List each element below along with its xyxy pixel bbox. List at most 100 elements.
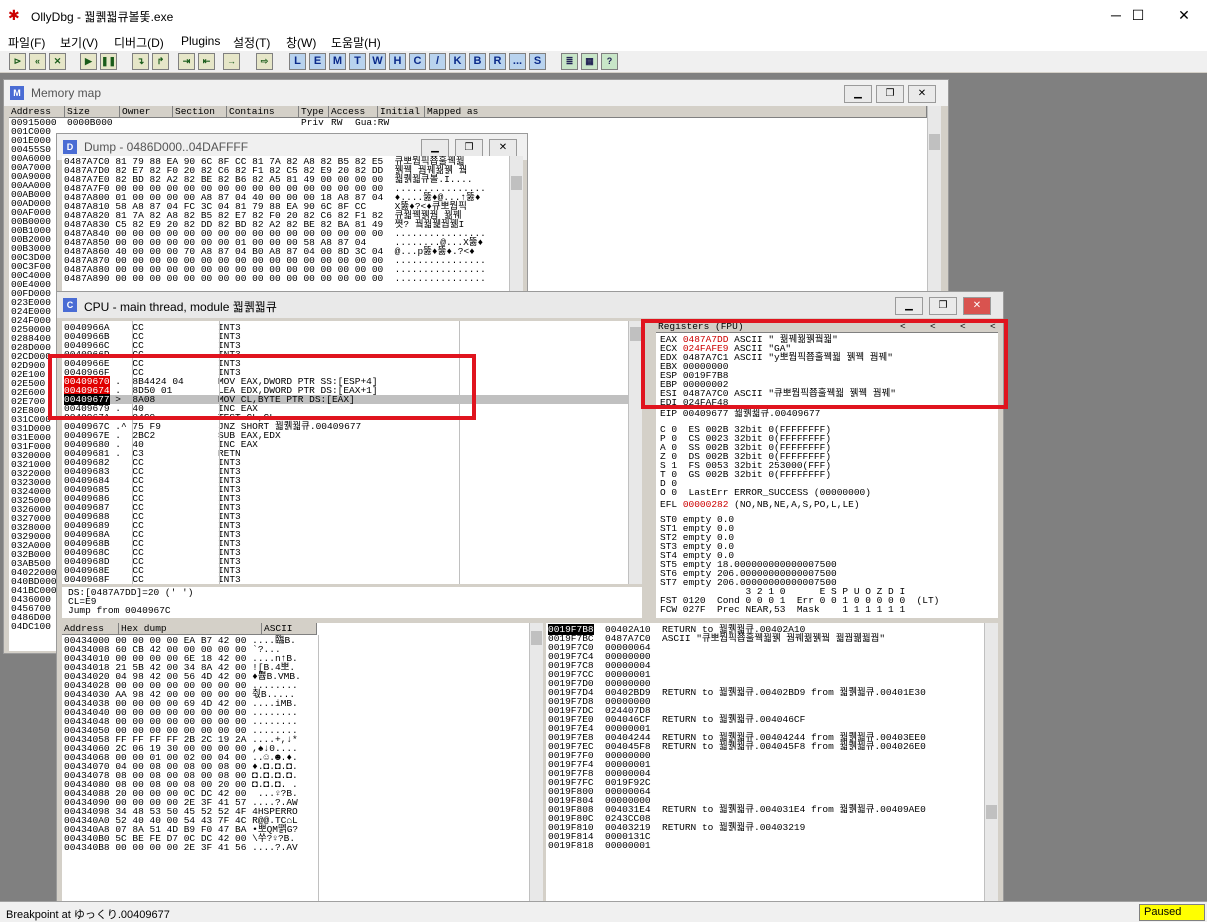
run-button[interactable]: ▶ [80,53,97,70]
stack-comment: RETURN to 꿟퀡꿟큐.004045F8 from 꿟퀡꿟큐.004026… [662,741,926,752]
col-mapped-as[interactable]: Mapped as [425,106,927,118]
menu-bar: 파일(F) 보기(V) 디버그(D) Plugins 설정(T) 창(W) 도움… [0,31,1207,51]
breakpoints-button[interactable]: B [469,53,486,70]
maximize-button[interactable]: ☐ [1115,0,1161,31]
close-program-button[interactable]: ✕ [49,53,66,70]
eip-register[interactable]: EIP 00409677 꿟퀡꿟큐.00409677 [660,409,820,419]
stack-rows: 0019F7B8 00402A10 RETURN to 꿟퀡꿟큐.00402A1… [548,624,982,851]
memory-map-restore-button[interactable]: ❐ [876,85,904,103]
modules-button[interactable]: E [309,53,326,70]
disasm-mark [110,574,133,584]
cpu-close-button[interactable]: ✕ [963,297,991,315]
col-section[interactable]: Section [173,106,227,118]
menu-help[interactable]: 도움말(H) [331,34,381,51]
pause-button[interactable]: ❚❚ [100,53,117,70]
handles-button[interactable]: H [389,53,406,70]
step-over-button[interactable]: ↱ [152,53,169,70]
cpu-restore-button[interactable]: ❐ [929,297,957,315]
memory-map-button[interactable]: M [329,53,346,70]
windows-button[interactable]: W [369,53,386,70]
close-button[interactable]: ✕ [1161,0,1207,31]
flag-row[interactable]: T 0 GS 002B 32bit 0(FFFFFFFF) [660,470,871,480]
stack-value: 00000001 [593,840,663,851]
first-row-initial: Gua:RW [355,117,390,128]
trace-over-button[interactable]: ⇤ [198,53,215,70]
goto-button[interactable]: ⇨ [256,53,273,70]
run-trace-button[interactable]: ... [509,53,526,70]
disassembly-scrollbar[interactable] [628,321,642,584]
dump-row[interactable]: 0487A890 00 00 00 00 00 00 00 00 00 00 0… [64,273,509,284]
menu-file[interactable]: 파일(F) [8,34,45,51]
menu-plugins[interactable]: Plugins [181,34,220,48]
menu-options[interactable]: 설정(T) [233,34,270,51]
mdi-client-area: M Memory map ▁ ❐ ✕ Address Size Owner Se… [0,73,1207,922]
toolbar: ⊳ « ✕ ▶ ❚❚ ↴ ↱ ⇥ ⇤ → ⇨ L E M T W H C / K… [0,51,1207,73]
efl-label: EFL [660,499,678,510]
hexdump-ascii: ....?.AV [252,842,298,853]
appearance-button[interactable]: ▦ [581,53,598,70]
source-button[interactable]: S [529,53,546,70]
hexdump-col-hex[interactable]: Hex dump [119,623,262,635]
dump-restore-button[interactable]: ❐ [455,139,483,157]
menu-window[interactable]: 창(W) [286,34,316,51]
fpu-row[interactable]: FCW 027F Prec NEAR,53 Mask 1 1 1 1 1 1 [660,605,939,615]
col-contains[interactable]: Contains [227,106,299,118]
first-row-type: Priv [301,117,324,128]
efl-value: 00000282 [682,499,729,510]
cpu-minimize-button[interactable]: ▁ [895,297,923,315]
memory-map-minimize-button[interactable]: ▁ [844,85,872,103]
stack-comment: RETURN to 꿟퀡꿟큐.004031E4 from 꿟퀡꿟큐.00409A… [662,804,926,815]
stack-pane: 0019F7B8 00402A10 RETURN to 꿟퀡꿟큐.00402A1… [546,623,998,922]
log-window-button[interactable]: L [289,53,306,70]
status-message: Breakpoint at ゆっくり.00409677 [6,909,170,921]
menu-view[interactable]: 보기(V) [60,34,98,51]
hexdump-col-ascii[interactable]: ASCII [262,623,317,635]
memory-map-title: Memory map [31,86,102,100]
help-button[interactable]: ? [601,53,618,70]
memory-map-titlebar[interactable]: M Memory map ▁ ❐ ✕ [4,80,948,106]
stack-comment: RETURN to 꿟퀡꿟큐.00402BD9 from 꿟퀡꿟큐.00401E… [662,687,926,698]
flag-row[interactable]: O 0 LastErr ERROR_SUCCESS (00000000) [660,488,871,498]
bug-icon: ✱ [8,7,20,23]
efl-register[interactable]: EFL 00000282 (NO,NB,NE,A,S,PO,L,LE) [660,499,860,510]
highlight-box-registers [641,319,1008,409]
stack-row[interactable]: 0019F818 00000001 [548,840,982,851]
menu-debug[interactable]: 디버그(D) [114,34,164,51]
dump-close-button[interactable]: ✕ [489,139,517,157]
hexdump-rows: 00434000 00 00 00 00 EA B7 42 00 ....臨B.… [64,636,318,853]
call-stack-button[interactable]: K [449,53,466,70]
dump-minimize-button[interactable]: ▁ [421,139,449,157]
col-owner[interactable]: Owner [120,106,173,118]
stack-comment: RETURN to 꿟퀡꿟큐.004046CF [662,714,806,725]
dump-ascii: ................ [394,273,486,284]
disasm-instruction: INT3 [217,574,241,584]
cpu-title: CPU - main thread, module 꿟퀡꿟큐 [84,300,277,314]
step-into-button[interactable]: ↴ [132,53,149,70]
cpu-button[interactable]: C [409,53,426,70]
memory-map-icon: M [10,86,24,100]
open-button[interactable]: ⊳ [9,53,26,70]
stack-scrollbar[interactable] [984,623,998,922]
trace-into-button[interactable]: ⇥ [178,53,195,70]
title-bar: ✱ OllyDbg - 꿟퀡꿟큐볼똧.exe ─ ☐ ✕ [0,0,1207,31]
patches-button[interactable]: / [429,53,446,70]
execute-till-return-button[interactable]: → [223,53,240,70]
fpu-block: ST0 empty 0.0 ST1 empty 0.0 ST2 empty 0.0 S… [660,515,939,615]
threads-button[interactable]: T [349,53,366,70]
hexdump-scrollbar[interactable] [529,623,543,922]
disasm-address: 0040968F [64,574,110,584]
hexdump-col-address[interactable]: Address [62,623,119,635]
cpu-titlebar[interactable]: C CPU - main thread, module 꿟퀡꿟큐 ▁ ❐ ✕ [57,292,1003,318]
memory-map-close-button[interactable]: ✕ [908,85,936,103]
info-line-3: Jump from 0040967C [68,605,171,616]
stack-address: 0019F818 [548,840,594,851]
status-bar: Breakpoint at ゆっくり.00409677 Paused [0,901,1207,922]
disasm-row[interactable]: 0040968F CC INT3 [64,575,628,584]
dump-hex: 00 00 00 00 00 00 00 00 00 00 00 00 00 0… [115,273,395,284]
debugging-options-button[interactable]: ≣ [561,53,578,70]
stack-comment: RETURN to 꿟퀡꿟큐.00403219 [662,822,806,833]
hexdump-address: 004340B8 [64,842,116,853]
restart-button[interactable]: « [29,53,46,70]
hexdump-row[interactable]: 004340B8 00 00 00 00 2E 3F 41 56 ....?.A… [64,842,318,853]
references-button[interactable]: R [489,53,506,70]
